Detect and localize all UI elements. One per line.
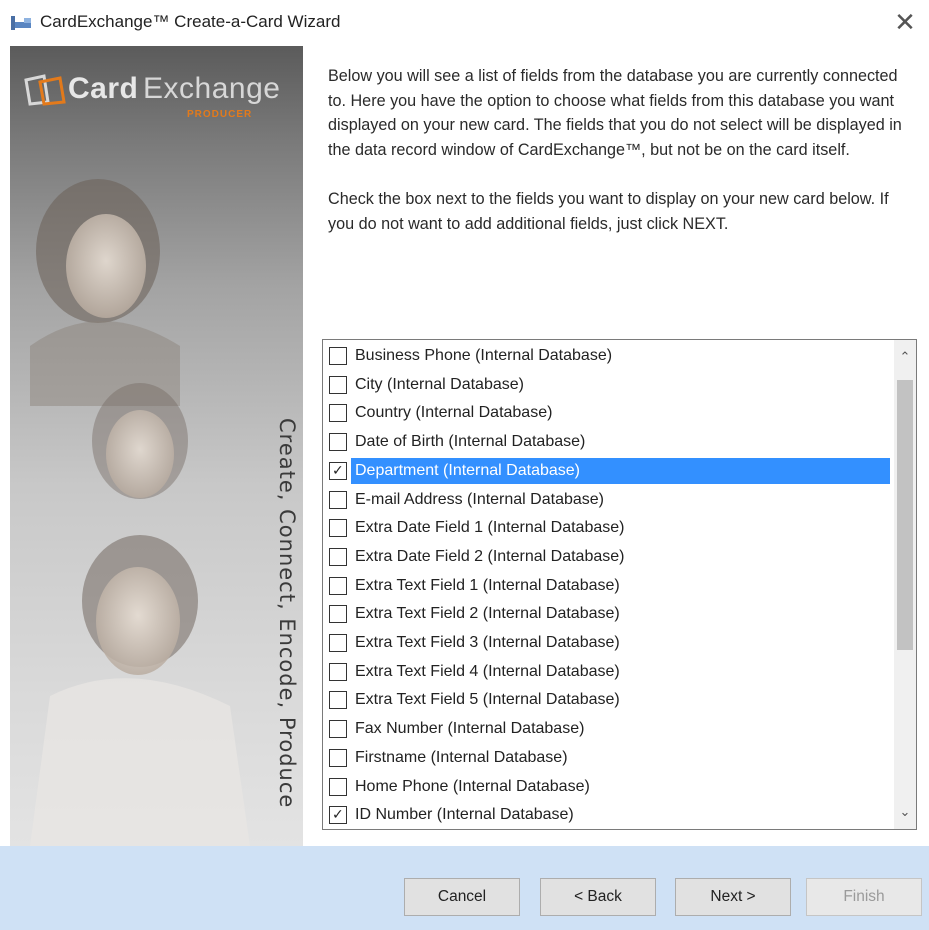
field-list-item[interactable]: ✓ Department (Internal Database) [326, 457, 890, 485]
finish-button[interactable]: Finish [806, 878, 922, 916]
instructions-paragraph-1: Below you will see a list of fields from… [328, 67, 902, 159]
checkmark-icon: ✓ [332, 807, 344, 824]
scroll-up-icon[interactable]: ⌃ [894, 344, 916, 370]
cancel-button[interactable]: Cancel [404, 878, 520, 916]
logo-producer-text: PRODUCER [187, 109, 253, 120]
field-list-item[interactable]: Fax Number (Internal Database) [326, 715, 890, 743]
field-label: Fax Number (Internal Database) [355, 720, 585, 738]
field-list-item[interactable]: Firstname (Internal Database) [326, 744, 890, 772]
app-icon [11, 16, 31, 30]
field-label: ID Number (Internal Database) [355, 806, 574, 824]
wizard-banner: Card Exchange PRODUCER Create, Connect, … [10, 46, 303, 846]
field-label: Country (Internal Database) [355, 404, 553, 422]
field-checkbox[interactable] [329, 748, 347, 767]
field-label: Home Phone (Internal Database) [355, 777, 590, 795]
field-label: Firstname (Internal Database) [355, 748, 568, 766]
back-button[interactable]: < Back [540, 878, 656, 916]
cardexchange-logo: Card Exchange PRODUCER [22, 68, 302, 138]
field-checkbox[interactable] [329, 576, 347, 595]
scroll-down-icon[interactable]: ⌄ [894, 799, 916, 825]
field-label: Business Phone (Internal Database) [355, 347, 613, 364]
field-label: Extra Date Field 1 (Internal Database) [355, 519, 625, 537]
field-checkbox[interactable] [329, 720, 347, 739]
next-button[interactable]: Next > [675, 878, 791, 916]
banner-tagline: Create, Connect, Encode, Produce [275, 418, 299, 809]
instructions-paragraph-2: Check the box next to the fields you wan… [328, 190, 889, 233]
field-list-items: Business Phone (Internal Database) City (… [323, 340, 893, 829]
field-checkbox[interactable] [329, 777, 347, 796]
field-list-item[interactable]: Business Phone (Internal Database) [326, 342, 890, 370]
vertical-scrollbar[interactable]: ⌃ ⌄ [894, 340, 916, 829]
field-label: Extra Text Field 5 (Internal Database) [355, 691, 620, 709]
scrollbar-thumb[interactable] [897, 380, 913, 650]
field-checkbox[interactable] [329, 605, 347, 624]
field-list-item[interactable]: Extra Text Field 2 (Internal Database) [326, 600, 890, 628]
field-checkbox[interactable] [329, 375, 347, 394]
field-label: Extra Text Field 1 (Internal Database) [355, 576, 620, 594]
window-title: CardExchange™ Create-a-Card Wizard [40, 12, 341, 31]
field-list-item[interactable]: Extra Date Field 2 (Internal Database) [326, 543, 890, 571]
field-checklist[interactable]: Business Phone (Internal Database) City (… [322, 339, 917, 830]
instructions: Below you will see a list of fields from… [328, 64, 908, 261]
field-checkbox[interactable] [329, 404, 347, 423]
field-list-item[interactable]: Country (Internal Database) [326, 399, 890, 427]
field-list-item[interactable]: City (Internal Database) [326, 371, 890, 399]
field-checkbox[interactable] [329, 662, 347, 681]
field-list-item[interactable]: Home Phone (Internal Database) [326, 773, 890, 801]
title-bar: CardExchange™ Create-a-Card Wizard ✕ [0, 0, 929, 46]
wizard-footer: Cancel < Back Next > Finish [0, 846, 929, 930]
field-label: Extra Date Field 2 (Internal Database) [355, 547, 625, 565]
close-button[interactable]: ✕ [887, 6, 923, 40]
logo-mark-icon [24, 74, 66, 106]
field-label: Date of Birth (Internal Database) [355, 433, 586, 451]
field-checkbox[interactable]: ✓ [329, 806, 347, 825]
field-label: Extra Text Field 4 (Internal Database) [355, 662, 620, 680]
field-label: Extra Text Field 2 (Internal Database) [355, 605, 620, 623]
field-label: E-mail Address (Internal Database) [355, 490, 604, 508]
field-checkbox[interactable] [329, 634, 347, 652]
field-list-item[interactable]: ✓ ID Number (Internal Database) [326, 801, 890, 829]
field-checkbox[interactable] [329, 490, 347, 509]
field-list-item[interactable]: Extra Text Field 1 (Internal Database) [326, 572, 890, 600]
field-list-item[interactable]: Date of Birth (Internal Database) [326, 428, 890, 456]
field-label: Department (Internal Database) [351, 457, 890, 484]
field-label: City (Internal Database) [355, 375, 524, 393]
field-list-item[interactable]: Extra Text Field 3 (Internal Database) [326, 629, 890, 657]
field-checkbox[interactable]: ✓ [329, 461, 347, 480]
field-checkbox[interactable] [329, 347, 347, 365]
field-list-item[interactable]: Extra Text Field 5 (Internal Database) [326, 686, 890, 714]
checkmark-icon: ✓ [332, 462, 344, 479]
field-list-item[interactable]: E-mail Address (Internal Database) [326, 486, 890, 514]
logo-card-text: Card [68, 72, 139, 105]
field-list-item[interactable]: Extra Date Field 1 (Internal Database) [326, 514, 890, 542]
logo-exchange-text: Exchange [143, 72, 281, 105]
field-label: Extra Text Field 3 (Internal Database) [355, 634, 620, 651]
field-checkbox[interactable] [329, 547, 347, 566]
field-checkbox[interactable] [329, 433, 347, 452]
field-checkbox[interactable] [329, 691, 347, 710]
field-list-item[interactable]: Extra Text Field 4 (Internal Database) [326, 658, 890, 686]
people-photo [30, 179, 250, 846]
field-checkbox[interactable] [329, 519, 347, 538]
